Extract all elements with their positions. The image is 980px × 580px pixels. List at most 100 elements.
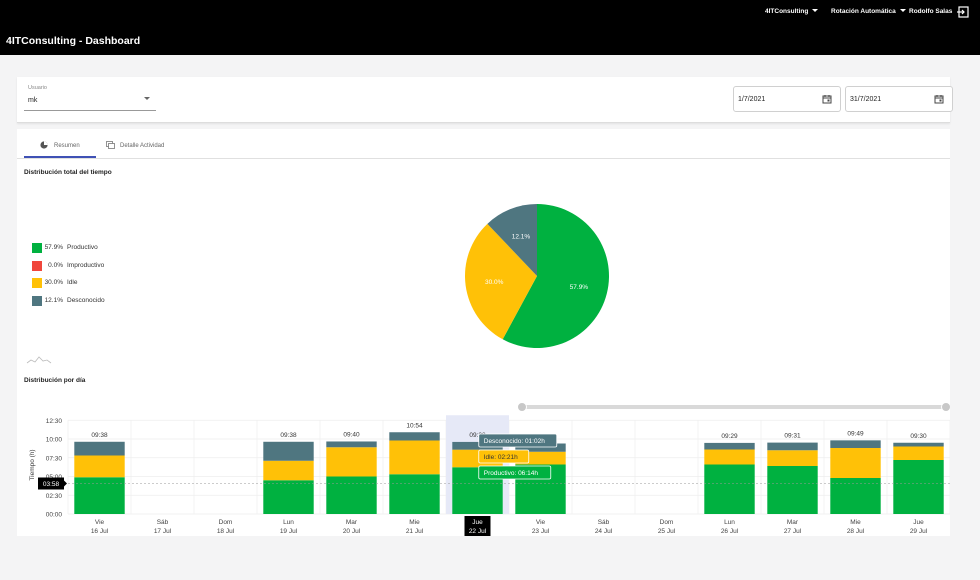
x-tick-date: 29 Jul [910,528,928,535]
tab-bar: Resumen Detalle Actividad [17,129,950,159]
sparkline-icon [26,356,52,364]
bar-segment-idle[interactable] [326,447,377,477]
legend-swatch [32,243,42,253]
date-to-value: 31/7/2021 [850,96,882,103]
y-tick-label: 10:00 [46,437,63,444]
bar-segment-idle[interactable] [893,446,944,461]
chevron-down-icon [899,9,906,12]
x-tick-day: Sáb [598,519,610,526]
bar-segment-idle[interactable] [389,440,440,475]
tab-detalle-label: Detalle Actividad [120,143,165,149]
pie-slice-label: 57.9% [570,284,589,291]
bar-segment-desconocido[interactable] [389,432,440,441]
legend-name: Idle [67,279,78,286]
x-tick-date: 26 Jul [721,528,739,535]
tab-detalle-actividad[interactable]: Detalle Actividad [102,129,182,158]
company-menu[interactable]: 4ITConsulting [765,8,819,15]
pie-chart: 57.9% 30.0% 12.1% [465,204,609,348]
x-tick-date: 23 Jul [532,528,550,535]
user-select-label: Usuario [28,85,47,91]
tooltip-desconocido-text: Desconocido: 01:02h [484,438,545,445]
bar-segment-productivo[interactable] [893,460,944,514]
bar-total-label: 09:40 [343,431,360,438]
user-name[interactable]: Rodolfo Salas [909,8,952,15]
bar-segment-productivo[interactable] [389,474,440,514]
y-axis-ticks: 12:3010:0007:3005:0002:3000:00Tiempo (h) [29,418,62,519]
bar-segment-idle[interactable] [767,450,818,466]
bar-total-label: 09:38 [280,432,297,439]
bar-segment-desconocido[interactable] [74,441,125,456]
zoom-track[interactable] [522,405,950,409]
calendar-icon[interactable] [934,94,944,104]
crosshair-pointer [64,480,67,487]
legend-pct: 30.0% [44,279,63,286]
bar-total-label: 10:54 [406,422,423,429]
zoom-handle-left[interactable] [517,402,527,412]
detail-list-icon [106,141,115,149]
tab-resumen[interactable]: Resumen [24,129,96,158]
bar-segment-productivo[interactable] [326,476,377,515]
bar-segment-desconocido[interactable] [830,440,881,448]
zoom-handle-right[interactable] [941,402,951,412]
x-tick-day: Vie [536,519,546,526]
bar-segment-desconocido[interactable] [767,442,818,451]
pie-slice-label: 30.0% [485,279,504,286]
pie-chart-icon [40,141,48,149]
bar-segment-productivo[interactable] [263,480,314,514]
x-tick-day: Mie [409,519,420,526]
legend-pct: 12.1% [44,297,63,304]
bar-section-title: Distribución por día [24,377,86,384]
company-menu-label: 4ITConsulting [765,8,809,15]
pie-slice-label: 12.1% [512,233,531,240]
legend-swatch [32,296,42,306]
tooltip-productivo-text: Productivo: 06:14h [484,470,539,477]
chevron-down-icon[interactable] [144,97,150,100]
x-tick-day: Vie [95,519,105,526]
date-to-field[interactable]: 31/7/2021 [845,86,953,112]
x-tick-date: 19 Jul [280,528,298,535]
x-tick-day: Lun [724,519,735,526]
rotation-menu[interactable]: Rotación Automática [831,8,906,15]
bar-total-label: 09:49 [847,430,864,437]
bar-segment-desconocido[interactable] [263,441,314,461]
bar-segment-productivo[interactable] [74,477,125,514]
calendar-icon[interactable] [822,94,832,104]
bar-segment-desconocido[interactable] [326,441,377,448]
x-tick-date: 22 Jul [469,528,487,535]
logout-icon[interactable] [956,5,970,19]
legend-swatch [32,261,42,271]
bar-segment-idle[interactable] [74,455,125,478]
date-from-field[interactable]: 1/7/2021 [733,86,841,112]
legend-swatch [32,278,42,288]
zoom-slider[interactable] [517,402,951,412]
bar-segment-idle[interactable] [830,448,881,478]
x-tick-date: 25 Jul [658,528,676,535]
tab-resumen-label: Resumen [54,143,80,149]
x-tick-day: Lun [283,519,294,526]
x-tick-day: Mie [850,519,861,526]
x-tick-day: Sáb [157,519,169,526]
x-tick-date: 24 Jul [595,528,613,535]
x-tick-day: Dom [219,519,233,526]
date-from-value: 1/7/2021 [738,96,766,103]
app-title: 4ITConsulting - Dashboard [6,35,141,47]
y-tick-label: 02:30 [46,493,63,500]
x-tick-date: 21 Jul [406,528,424,535]
x-tick-date: 27 Jul [784,528,802,535]
bar-segment-idle[interactable] [704,449,755,465]
daily-bar-chart: 09:3809:3809:4010:5409:3809:2409:2909:31… [29,402,951,536]
tooltip-idle-text: Idle: 02:21h [484,454,518,461]
x-axis-ticks: Vie 16 Jul Sáb 17 Jul Dom 18 Jul Lun 19 Jul Mar 2… [91,516,928,536]
x-tick-day: Jue [472,519,483,526]
bar-segment-productivo[interactable] [704,464,755,515]
y-tick-label: 00:00 [46,512,63,519]
bar-segment-idle[interactable] [263,460,314,481]
bar-total-label: 09:30 [910,433,927,440]
bar-segment-desconocido[interactable] [893,442,944,447]
bar-total-label: 09:31 [784,433,801,440]
bar-segment-productivo[interactable] [767,466,818,514]
user-select[interactable]: Usuario mk [24,85,156,111]
filter-card: Usuario mk 1/7/2021 31/7/2021 [17,77,953,123]
bar-segment-desconocido[interactable] [704,442,755,450]
x-tick-day: Mar [346,519,358,526]
